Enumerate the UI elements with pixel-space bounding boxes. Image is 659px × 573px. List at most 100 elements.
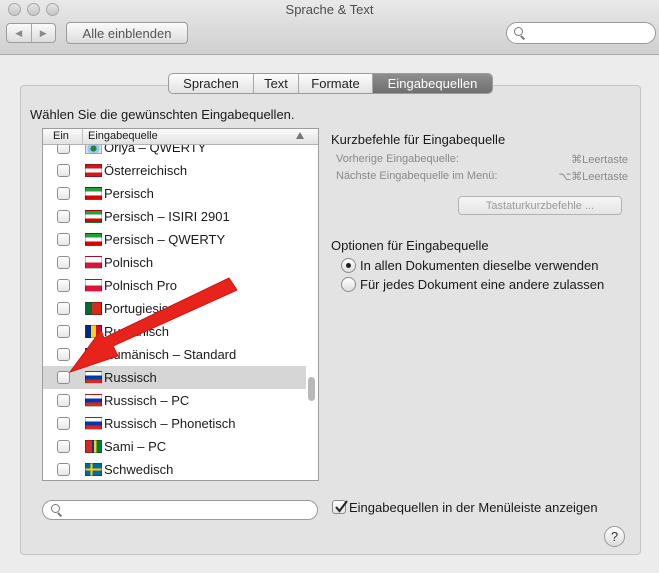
enable-checkbox[interactable] <box>57 325 70 338</box>
sort-ascending-icon <box>296 132 304 139</box>
history-navigation: ◀ ▶ <box>6 23 56 43</box>
column-header-source[interactable]: Eingabequelle <box>88 130 158 142</box>
list-item[interactable]: Russisch <box>43 366 306 389</box>
input-source-label: Portugiesisch <box>104 301 183 316</box>
radio-same-all-documents[interactable] <box>341 258 356 273</box>
list-item[interactable]: Persisch <box>43 182 306 205</box>
input-source-label: Persisch <box>104 186 154 201</box>
forward-arrow-icon: ▶ <box>39 27 47 38</box>
back-button[interactable]: ◀ <box>7 24 31 42</box>
column-divider <box>82 129 83 144</box>
help-question-icon: ? <box>610 529 619 544</box>
list-search-field[interactable] <box>42 500 318 520</box>
input-source-label: Russisch – Phonetisch <box>104 416 236 431</box>
toolbar-search-field[interactable] <box>506 22 656 44</box>
list-item[interactable]: Russisch – PC <box>43 389 306 412</box>
list-item[interactable]: Persisch – QWERTY <box>43 228 306 251</box>
radio-per-document-label[interactable]: Für jedes Dokument eine andere zulassen <box>360 277 604 292</box>
sami-flag-icon <box>85 440 102 453</box>
iran-isiri-flag-icon <box>85 210 102 223</box>
portugal-flag-icon <box>85 302 102 315</box>
next-source-label: Nächste Eingabequelle im Menü: <box>336 170 498 182</box>
poland-pro-flag-icon <box>85 279 102 292</box>
radio-per-document[interactable] <box>341 277 356 292</box>
list-item[interactable]: Österreichisch <box>43 159 306 182</box>
enable-checkbox[interactable] <box>57 233 70 246</box>
input-source-label: Österreichisch <box>104 163 188 178</box>
search-icon <box>514 27 526 39</box>
input-source-label: Polnisch Pro <box>104 278 177 293</box>
back-arrow-icon: ◀ <box>15 27 23 38</box>
help-button[interactable]: ? <box>604 526 625 547</box>
enable-checkbox[interactable] <box>57 187 70 200</box>
search-icon <box>51 504 63 516</box>
poland-flag-icon <box>85 256 102 269</box>
input-source-list: Ein Eingabequelle Oriya – QWERTY Österrei… <box>42 128 319 481</box>
list-item[interactable]: Rumänisch <box>43 320 306 343</box>
enable-checkbox[interactable] <box>57 394 70 407</box>
tab-sprachen[interactable]: Sprachen <box>169 74 253 93</box>
tab-formate[interactable]: Formate <box>298 74 372 93</box>
oriya-flag-icon <box>85 145 102 154</box>
list-item[interactable]: Portugiesisch <box>43 297 306 320</box>
sweden-flag-icon <box>85 463 102 476</box>
list-item[interactable]: Russisch – Phonetisch <box>43 412 306 435</box>
tab-bar: Sprachen Text Formate Eingabequellen <box>168 73 493 94</box>
window-title: Sprache & Text <box>285 2 374 17</box>
list-item[interactable]: Sami – PC <box>43 435 306 458</box>
list-item[interactable]: Polnisch Pro <box>43 274 306 297</box>
show-in-menubar-checkbox[interactable] <box>332 500 348 514</box>
enable-checkbox[interactable] <box>57 164 70 177</box>
input-source-label: Oriya – QWERTY <box>104 145 207 155</box>
options-heading: Optionen für Eingabequelle <box>331 238 489 253</box>
input-source-label: Sami – PC <box>104 439 167 454</box>
list-rows: Oriya – QWERTY Österreichisch Persisch Pers… <box>43 145 306 480</box>
tab-text[interactable]: Text <box>253 74 298 93</box>
list-item[interactable]: Rumänisch – Standard <box>43 343 306 366</box>
input-source-label: Russisch – PC <box>104 393 190 408</box>
previous-source-shortcut: ⌘Leertaste <box>571 154 628 166</box>
enable-checkbox[interactable] <box>57 302 70 315</box>
show-all-button[interactable]: Alle einblenden <box>66 22 188 44</box>
enable-checkbox[interactable] <box>57 210 70 223</box>
enable-checkbox[interactable] <box>57 371 70 384</box>
enable-checkbox[interactable] <box>57 417 70 430</box>
romania-flag-icon <box>85 348 102 361</box>
forward-button[interactable]: ▶ <box>30 24 56 42</box>
enable-checkbox[interactable] <box>57 463 70 476</box>
input-source-label: Persisch – QWERTY <box>104 232 226 247</box>
shortcuts-heading: Kurzbefehle für Eingabequelle <box>331 132 506 147</box>
list-item[interactable]: Persisch – ISIRI 2901 <box>43 205 306 228</box>
input-source-label: Persisch – ISIRI 2901 <box>104 209 230 224</box>
russia-pc-flag-icon <box>85 394 102 407</box>
checkmark-icon <box>335 500 348 513</box>
keyboard-shortcuts-button[interactable]: Tastaturkurzbefehle ... <box>458 196 622 215</box>
iran-flag-icon <box>85 233 102 246</box>
radio-same-all-documents-label[interactable]: In allen Dokumenten dieselbe verwenden <box>360 258 599 273</box>
enable-checkbox[interactable] <box>57 348 70 361</box>
list-item[interactable]: Oriya – QWERTY <box>43 145 306 159</box>
input-source-label: Schwedisch <box>104 462 174 477</box>
list-item[interactable]: Schwedisch <box>43 458 306 480</box>
russia-flag-icon <box>85 371 102 384</box>
list-header: Ein Eingabequelle <box>43 129 318 145</box>
column-header-enabled[interactable]: Ein <box>53 130 69 142</box>
russia-flag-icon <box>85 417 102 430</box>
input-source-label: Rumänisch – Standard <box>104 347 237 362</box>
romania-flag-icon <box>85 325 102 338</box>
enable-checkbox[interactable] <box>57 440 70 453</box>
show-in-menubar-label[interactable]: Eingabequellen in der Menüleiste anzeige… <box>349 500 598 515</box>
enable-checkbox[interactable] <box>57 145 70 154</box>
scroll-thumb[interactable] <box>308 377 315 401</box>
list-scrollbar[interactable] <box>306 145 318 480</box>
input-source-label: Rumänisch <box>104 324 170 339</box>
previous-source-label: Vorherige Eingabequelle: <box>336 153 459 165</box>
list-item[interactable]: Polnisch <box>43 251 306 274</box>
enable-checkbox[interactable] <box>57 279 70 292</box>
enable-checkbox[interactable] <box>57 256 70 269</box>
input-source-label: Polnisch <box>104 255 154 270</box>
austria-flag-icon <box>85 164 102 177</box>
tab-eingabequellen[interactable]: Eingabequellen <box>372 74 492 93</box>
input-source-label: Russisch <box>104 370 157 385</box>
preferences-window: Sprache & Text ◀ ▶ Alle einblenden Sprac… <box>0 0 659 573</box>
